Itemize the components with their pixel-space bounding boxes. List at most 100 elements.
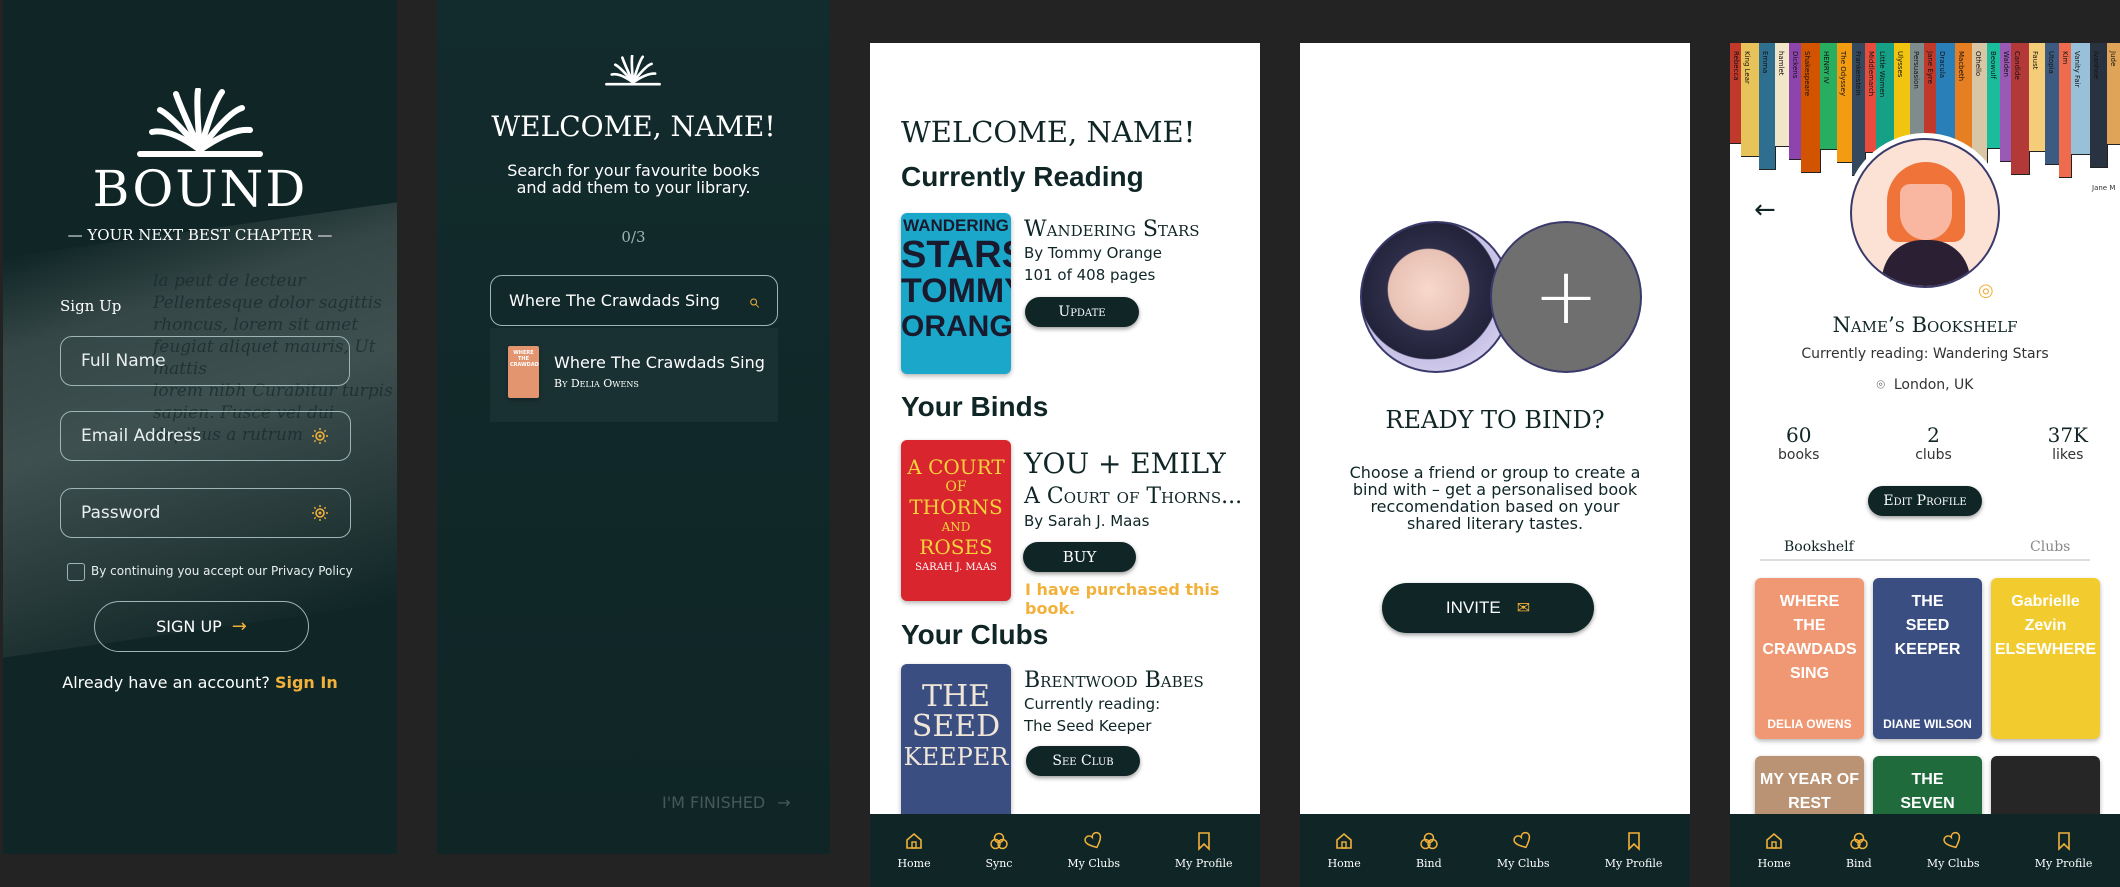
stat-books[interactable]: 60 books [1778, 423, 1819, 463]
spine-label: HENRY IV [1822, 51, 1830, 84]
invite-button[interactable]: INVITE ✉ [1382, 583, 1594, 633]
spine-label: hamlet [1777, 51, 1785, 76]
signin-link[interactable]: Sign In [275, 673, 338, 692]
book-spine: Jude [2107, 43, 2120, 145]
shelf-credit: Jane M [2092, 184, 2116, 192]
nav-my-clubs[interactable]: My Clubs [1927, 831, 1980, 870]
email-placeholder: Email Address [81, 426, 202, 446]
buy-button[interactable]: BUY [1023, 542, 1136, 572]
stat-clubs[interactable]: 2 clubs [1915, 423, 1952, 463]
cover-line: CRAWDADS [510, 362, 539, 368]
tab-underline [1760, 559, 2090, 561]
stat-value: 60 [1785, 423, 1812, 447]
stat-likes[interactable]: 37K likes [2048, 423, 2088, 463]
see-club-button[interactable]: See Club [1026, 746, 1140, 776]
update-button[interactable]: Update [1025, 297, 1139, 327]
cover-line: Gabrielle Zevin [2011, 593, 2080, 634]
bind-cover[interactable]: A COURT OF THORNS AND ROSES SARAH J. MAA… [901, 440, 1011, 601]
nav-my-clubs[interactable]: My Clubs [1067, 831, 1120, 870]
back-arrow-icon[interactable]: ← [1754, 195, 1776, 225]
book-grid: WHERE THE CRAWDADS SING DELIA OWENS THE SEED KE… [1755, 578, 2100, 887]
cover-line: ROSES [919, 535, 993, 559]
tab-clubs[interactable]: Clubs [2030, 539, 2070, 555]
profile-screen: Rebecca King Lear Emma hamlet Dickens Shakesp… [1730, 43, 2120, 887]
avatar-body [1882, 240, 1970, 286]
bookmark-icon [1624, 831, 1644, 851]
full-name-input[interactable]: Full Name [60, 336, 350, 386]
nav-my-profile[interactable]: My Profile [2035, 831, 2092, 870]
eye-icon[interactable] [310, 503, 330, 523]
bookmark-icon [1194, 831, 1214, 851]
search-icon[interactable]: ⌕ [748, 289, 759, 313]
welcome-title: WELCOME, NAME! [491, 110, 776, 143]
buy-button-label: BUY [1062, 548, 1097, 566]
search-result[interactable]: WHERE THE CRAWDADS Where The Crawdads Si… [490, 328, 778, 422]
cover-line: OF [945, 479, 967, 495]
tab-bookshelf[interactable]: Bookshelf [1784, 539, 1854, 555]
nav-home[interactable]: Home [1328, 831, 1361, 870]
bookmark-icon [2054, 831, 2074, 851]
stat-label: clubs [1915, 447, 1952, 463]
nav-home[interactable]: Home [1758, 831, 1791, 870]
cover-line: ORANGE [901, 310, 1011, 343]
search-input[interactable]: Where The Crawdads Sing ⌕ [490, 275, 778, 326]
eye-icon[interactable] [310, 426, 330, 446]
result-title: Where The Crawdads Sing [554, 353, 765, 372]
nav-home[interactable]: Home [897, 831, 931, 870]
signup-button[interactable]: SIGN UP → [94, 601, 309, 652]
cover-line: THE [921, 679, 991, 714]
update-button-label: Update [1058, 304, 1106, 320]
spine-label: Utopia [2047, 51, 2055, 74]
club-cover[interactable]: THE SEED KEEPER [901, 664, 1011, 825]
spine-label: Beowulf [1989, 51, 1997, 79]
spine-label: Emma [1761, 51, 1769, 74]
purchased-link[interactable]: I have purchased this book. [1025, 580, 1260, 618]
book-logo-icon [602, 55, 664, 86]
shelf-book[interactable]: Gabrielle Zevin ELSEWHERE [1991, 578, 2100, 739]
result-cover: WHERE THE CRAWDADS [508, 346, 539, 398]
add-friend-button[interactable]: + [1490, 221, 1642, 373]
spine-label: Ulysses [1896, 51, 1904, 78]
nav-my-profile[interactable]: My Profile [1605, 831, 1662, 870]
reading-cover-text: WANDERING STARS TOMMY ORANGE [901, 213, 1011, 345]
spine-label: Vanity Fair [2073, 51, 2081, 88]
stats-row: 60 books 2 clubs 37K likes [1778, 423, 2088, 463]
tagline-dash: — [312, 226, 333, 244]
reading-title: Wandering Stars [1024, 217, 1200, 242]
nav-bind[interactable]: Bind [1416, 831, 1442, 870]
email-input[interactable]: Email Address [60, 411, 351, 461]
book-logo-icon [130, 88, 270, 158]
tagline-dash: — [67, 226, 88, 244]
nav-my-profile[interactable]: My Profile [1175, 831, 1233, 870]
sync-icon [1849, 831, 1869, 851]
privacy-checkbox[interactable] [67, 563, 85, 581]
cover-line: KEEPER [903, 743, 1009, 771]
password-input[interactable]: Password [60, 488, 351, 538]
shelf-book[interactable]: WHERE THE CRAWDADS SING DELIA OWENS [1755, 578, 1864, 739]
spine-label: The Odyssey [1839, 51, 1847, 97]
spine-label: Ivanhoe [2092, 51, 2100, 79]
nav-bind[interactable]: Bind [1846, 831, 1872, 870]
home-icon [904, 831, 924, 851]
finished-button[interactable]: I'M FINISHED → [662, 793, 791, 812]
nav-label: Home [897, 857, 931, 870]
book-spine: hamlet [1775, 43, 1790, 147]
reading-cover[interactable]: WANDERING STARS TOMMY ORANGE [901, 213, 1011, 374]
home-icon [1764, 831, 1784, 851]
tagline-text: YOUR NEXT BEST CHAPTER [87, 226, 313, 244]
nav-sync[interactable]: Sync [985, 831, 1012, 870]
spine-label: Middlemarch [1867, 51, 1875, 97]
location-row: ⌾ London, UK [1730, 377, 2120, 393]
profile-avatar[interactable] [1845, 133, 2005, 293]
shelf-book[interactable]: THE SEED KEEPER DIANE WILSON [1873, 578, 1982, 739]
result-cover-text: WHERE THE CRAWDADS [508, 346, 539, 372]
bind-description: Choose a friend or group to create a bin… [1349, 463, 1641, 533]
nav-my-clubs[interactable]: My Clubs [1497, 831, 1550, 870]
cover-line: ELSEWHERE [1994, 641, 2097, 658]
book-spine: HENRY IV [1820, 43, 1838, 150]
book-spine: Frankenstein [1852, 43, 1866, 176]
sync-icon [1419, 831, 1439, 851]
camera-icon[interactable]: ◎ [1978, 280, 1994, 301]
edit-profile-button[interactable]: Edit Profile [1868, 486, 1982, 516]
welcome-subtitle: Search for your favourite books and add … [507, 161, 760, 197]
